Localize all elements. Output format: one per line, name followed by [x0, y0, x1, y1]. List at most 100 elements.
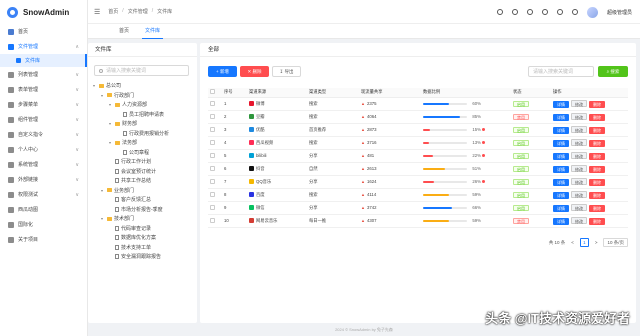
detail-button[interactable]: 详情: [553, 100, 569, 108]
table-search-input[interactable]: 请输入搜索关键词: [528, 66, 594, 77]
tree-node[interactable]: ▾ 行政部门: [92, 91, 195, 101]
caret-icon[interactable]: ▾: [100, 93, 104, 98]
row-delete-button[interactable]: 删除: [589, 113, 605, 121]
row-delete-button[interactable]: 删除: [589, 165, 605, 173]
row-delete-button[interactable]: 删除: [589, 100, 605, 108]
add-button[interactable]: + 新增: [208, 66, 237, 77]
sidebar-subitem-file-library[interactable]: 文件库: [0, 54, 87, 67]
tree-node[interactable]: ▾ 技术部门: [92, 214, 195, 224]
settings-icon[interactable]: [571, 9, 578, 15]
detail-button[interactable]: 详情: [553, 217, 569, 225]
detail-button[interactable]: 详情: [553, 139, 569, 147]
row-delete-button[interactable]: 删除: [589, 217, 605, 225]
edit-button[interactable]: 修改: [571, 190, 587, 198]
tree-node[interactable]: 会议室预订统计: [92, 167, 195, 177]
breadcrumb-item[interactable]: 首页: [108, 8, 118, 15]
row-checkbox[interactable]: [210, 100, 215, 106]
tree-search-input[interactable]: 请输入搜索关键词: [94, 65, 189, 76]
row-checkbox[interactable]: [210, 152, 215, 158]
row-delete-button[interactable]: 删除: [589, 191, 605, 199]
tree-node[interactable]: ▾ 法务部: [92, 138, 195, 148]
sidebar-item[interactable]: 首页: [0, 24, 87, 39]
tree-node[interactable]: 行政费用报销分析: [92, 129, 195, 139]
sidebar-item[interactable]: 权限测试 ∨: [0, 187, 87, 202]
tab-file-library[interactable]: 文件库: [142, 24, 164, 39]
sidebar-item[interactable]: 系统管理 ∨: [0, 157, 87, 172]
avatar[interactable]: [586, 6, 598, 18]
sidebar-item[interactable]: 外部链接 ∨: [0, 172, 87, 187]
tree-node[interactable]: 技术支持工单: [92, 243, 195, 253]
row-checkbox[interactable]: [210, 113, 215, 119]
row-checkbox[interactable]: [210, 139, 215, 145]
edit-button[interactable]: 修改: [571, 99, 587, 107]
row-checkbox[interactable]: [210, 165, 215, 171]
pagination-next[interactable]: >: [595, 240, 598, 245]
edit-button[interactable]: 修改: [571, 177, 587, 185]
detail-button[interactable]: 详情: [553, 204, 569, 212]
row-checkbox[interactable]: [210, 191, 215, 197]
tree-node[interactable]: 公司章程: [92, 148, 195, 158]
detail-button[interactable]: 详情: [553, 191, 569, 199]
row-checkbox[interactable]: [210, 178, 215, 184]
tree-node[interactable]: ▾ 财务部: [92, 119, 195, 129]
sidebar-item[interactable]: 自定义指令 ∨: [0, 127, 87, 142]
row-delete-button[interactable]: 删除: [589, 139, 605, 147]
tree-node[interactable]: 客户反馈汇总: [92, 195, 195, 205]
breadcrumb-item[interactable]: 文件管理: [128, 8, 148, 15]
github-icon[interactable]: [556, 9, 563, 15]
row-checkbox[interactable]: [210, 217, 215, 223]
app-logo[interactable]: SnowAdmin: [0, 0, 87, 24]
tree-node[interactable]: 市场分析报告-季度: [92, 205, 195, 215]
username[interactable]: 超级管理员: [607, 9, 632, 16]
detail-button[interactable]: 详情: [553, 113, 569, 121]
edit-button[interactable]: 修改: [571, 112, 587, 120]
tree-node[interactable]: ▾ 总公司: [92, 81, 195, 91]
sidebar-item[interactable]: 组件管理 ∨: [0, 112, 87, 127]
theme-icon[interactable]: [511, 9, 518, 15]
menu-toggle-icon[interactable]: ☰: [94, 8, 100, 16]
row-checkbox[interactable]: [210, 126, 215, 132]
detail-button[interactable]: 详情: [553, 178, 569, 186]
select-all-checkbox[interactable]: [208, 88, 222, 98]
edit-button[interactable]: 修改: [571, 125, 587, 133]
tree-node[interactable]: 员工招聘申请表: [92, 110, 195, 120]
tree-node[interactable]: 安全漏洞跟踪报告: [92, 252, 195, 262]
sidebar-item[interactable]: 文件管理 ∧: [0, 39, 87, 54]
lock-icon[interactable]: [541, 9, 548, 15]
row-delete-button[interactable]: 删除: [589, 126, 605, 134]
edit-button[interactable]: 修改: [571, 138, 587, 146]
sidebar-item[interactable]: 西瓜动图: [0, 202, 87, 217]
sidebar-item[interactable]: 列表管理 ∨: [0, 67, 87, 82]
edit-button[interactable]: 修改: [571, 164, 587, 172]
row-delete-button[interactable]: 删除: [589, 152, 605, 160]
tree-node[interactable]: 代码审查记录: [92, 224, 195, 234]
caret-icon[interactable]: ▾: [100, 188, 104, 193]
detail-button[interactable]: 详情: [553, 152, 569, 160]
caret-icon[interactable]: ▾: [92, 83, 96, 88]
tree-node[interactable]: 行政工作计划: [92, 157, 195, 167]
sidebar-item[interactable]: 步骤菜单 ∨: [0, 97, 87, 112]
sidebar-item[interactable]: 国际化: [0, 217, 87, 232]
translate-icon[interactable]: [496, 9, 503, 15]
search-button[interactable]: ⌕ 搜索: [598, 66, 628, 77]
caret-icon[interactable]: ▾: [108, 102, 112, 107]
delete-button[interactable]: ✕ 删除: [240, 66, 269, 77]
caret-icon[interactable]: ▾: [108, 140, 112, 145]
pagination-prev[interactable]: <: [571, 240, 574, 245]
export-button[interactable]: ↧ 导出: [272, 66, 301, 77]
fullscreen-icon[interactable]: [526, 9, 533, 15]
caret-icon[interactable]: ▾: [100, 216, 104, 221]
pagination-page[interactable]: 1: [579, 238, 589, 247]
row-delete-button[interactable]: 删除: [589, 204, 605, 212]
detail-button[interactable]: 详情: [553, 126, 569, 134]
tab-home[interactable]: 首页: [116, 24, 132, 39]
sidebar-item[interactable]: 表单管理 ∨: [0, 82, 87, 97]
tree-node[interactable]: ▾ 业务部门: [92, 186, 195, 196]
row-delete-button[interactable]: 删除: [589, 178, 605, 186]
sidebar-item[interactable]: 关于项目: [0, 232, 87, 247]
sidebar-item[interactable]: 个人中心 ∨: [0, 142, 87, 157]
caret-icon[interactable]: ▾: [108, 121, 112, 126]
row-checkbox[interactable]: [210, 204, 215, 210]
tree-node[interactable]: ▾ 人力资源部: [92, 100, 195, 110]
edit-button[interactable]: 修改: [571, 203, 587, 211]
